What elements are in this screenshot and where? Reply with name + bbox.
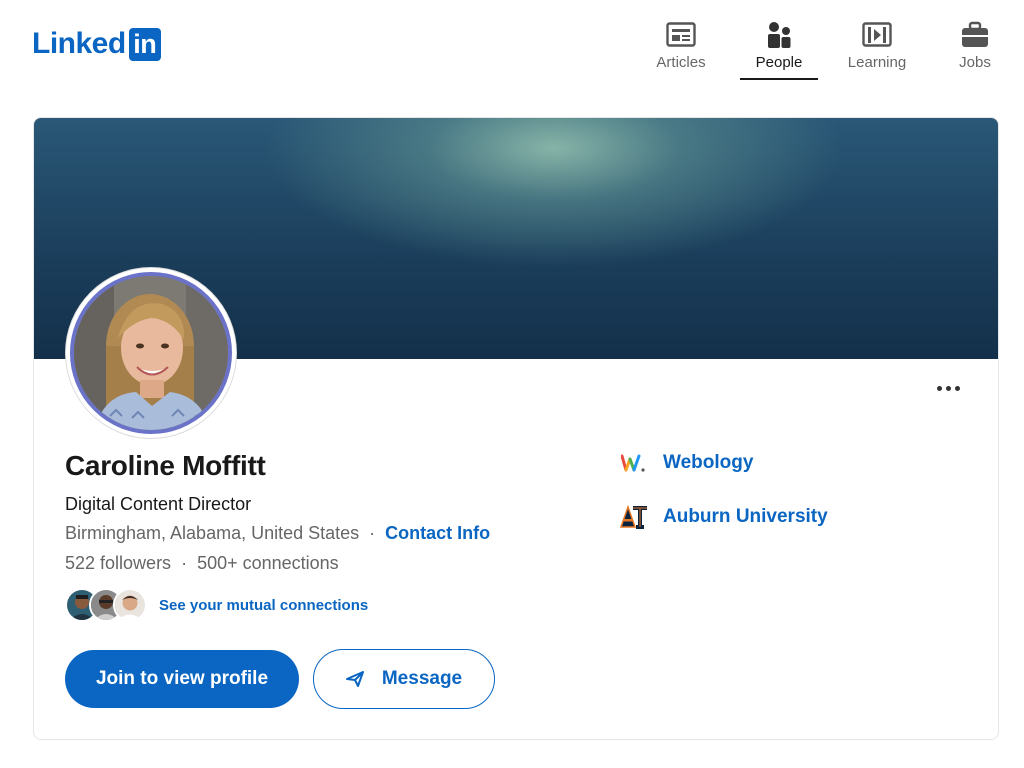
- mutual-avatar: [113, 588, 147, 622]
- separator-dot: ·: [369, 523, 376, 543]
- logo-wordmark: Linked: [32, 27, 126, 60]
- message-button[interactable]: Message: [313, 649, 495, 709]
- more-horizontal-icon-dot: [954, 385, 960, 391]
- nav-item-articles[interactable]: Articles: [632, 16, 730, 78]
- send-icon: [345, 671, 364, 687]
- followers-count: 522 followers: [65, 553, 172, 573]
- nav-item-people[interactable]: People: [730, 16, 828, 80]
- more-options-button[interactable]: [928, 374, 968, 402]
- connections-count: 500+ connections: [197, 553, 339, 573]
- nav-label-articles: Articles: [656, 54, 706, 71]
- join-to-view-profile-button[interactable]: Join to view profile: [65, 650, 299, 708]
- experience-item-auburn[interactable]: Auburn University: [619, 502, 828, 532]
- experience-name-webology: Webology: [663, 452, 754, 473]
- nav-label-jobs: Jobs: [959, 54, 991, 71]
- see-mutual-connections-link[interactable]: See your mutual connections: [159, 597, 368, 614]
- nav-item-learning[interactable]: Learning: [828, 16, 926, 78]
- nav-label-learning: Learning: [847, 54, 907, 71]
- location-row: Birmingham, Alabama, United States · Con…: [65, 523, 490, 544]
- separator-dot: ·: [181, 553, 188, 573]
- logo-in-box: in: [128, 27, 161, 61]
- profile-card: Caroline Moffitt Digital Content Directo…: [33, 117, 999, 740]
- learning-icon: [862, 20, 892, 50]
- profile-name: Caroline Moffitt: [65, 450, 266, 481]
- nav-item-jobs[interactable]: Jobs: [926, 16, 1024, 78]
- auburn-logo-icon: [619, 502, 649, 532]
- contact-info-link[interactable]: Contact Info: [385, 523, 490, 544]
- more-horizontal-icon: [936, 385, 942, 391]
- profile-location: Birmingham, Alabama, United States: [65, 523, 360, 543]
- linkedin-logo[interactable]: Linked in: [32, 27, 161, 61]
- primary-nav: Articles People Learning Jobs: [632, 16, 1024, 80]
- nav-label-people: People: [755, 54, 803, 71]
- jobs-icon: [960, 20, 990, 50]
- mutual-connections[interactable]: See your mutual connections: [65, 588, 368, 622]
- experience-name-auburn: Auburn University: [663, 506, 828, 527]
- top-navigation: Linked in Articles People Learning Jobs: [0, 0, 1024, 96]
- experience-item-webology[interactable]: Webology: [619, 448, 753, 478]
- message-button-label: Message: [381, 668, 463, 689]
- articles-icon: [666, 20, 696, 50]
- webology-logo-icon: [619, 448, 649, 478]
- profile-photo[interactable]: [66, 268, 236, 438]
- mutual-avatars: [65, 588, 147, 622]
- profile-headline: Digital Content Director: [65, 494, 252, 514]
- profile-photo-image: [70, 272, 232, 434]
- more-horizontal-icon-dot: [945, 385, 951, 391]
- people-icon: [764, 20, 794, 50]
- network-stats-row: 522 followers · 500+ connections: [65, 553, 339, 574]
